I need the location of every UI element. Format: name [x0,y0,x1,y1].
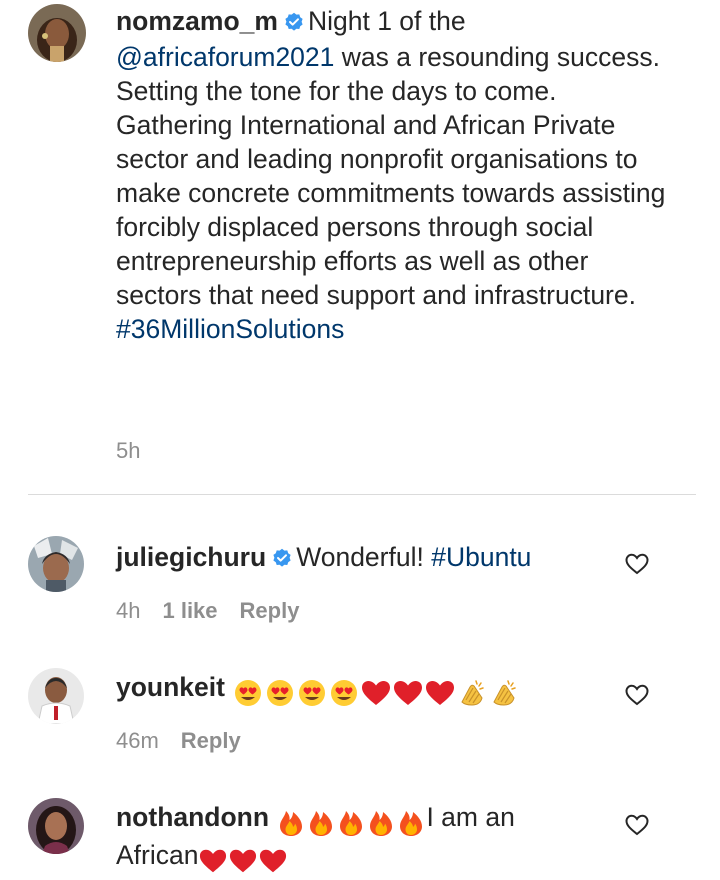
clapping-hands-emoji-icon [461,680,485,706]
comment-timestamp: 4h [116,598,141,623]
comment-username[interactable]: juliegichuru [116,542,266,572]
comment-body-line2: African [116,840,199,870]
divider [28,494,696,495]
comment-avatar[interactable] [28,536,84,592]
heart-eyes-emoji-icon [299,680,326,706]
caption-text-intro: Night 1 of the [307,6,466,36]
comment-username[interactable]: younkeit [116,672,225,702]
red-heart-emoji-icon [394,681,423,705]
comment-text: nothandonn I am an African [116,800,616,876]
comment-likes[interactable]: 1 like [162,598,217,623]
post-caption: nomzamo_m Night 1 of the @africaforum2021… [116,4,676,346]
comment-body: I am an [426,802,515,832]
comment-avatar[interactable] [28,668,84,724]
comment-text: younkeit [116,670,616,708]
fire-emoji-icon [400,811,423,836]
heart-eyes-emoji-icon [331,680,358,706]
fire-emoji-icon [370,811,393,836]
emoji-row [198,842,288,876]
heart-outline-icon[interactable] [625,553,649,580]
emoji-row [232,674,520,708]
mention-link[interactable]: @africaforum2021 [116,42,334,72]
fire-emoji-icon [310,811,333,836]
emoji-row [276,804,426,838]
verified-badge-icon [272,542,292,576]
comment-text: juliegichuru Wonderful! #Ubuntu [116,540,616,576]
verified-badge-icon [284,6,304,40]
red-heart-emoji-icon [260,849,287,873]
red-heart-emoji-icon [362,681,391,705]
post-username[interactable]: nomzamo_m [116,6,278,36]
heart-outline-icon[interactable] [625,814,649,841]
comment-timestamp: 46m [116,728,159,753]
comment-meta: 46m Reply [116,728,263,754]
fire-emoji-icon [280,811,303,836]
hashtag-link[interactable]: #36MillionSolutions [116,314,344,344]
heart-eyes-emoji-icon [235,680,262,706]
heart-outline-icon[interactable] [625,684,649,711]
reply-button[interactable]: Reply [240,598,300,623]
post-timestamp: 5h [116,438,141,463]
reply-button[interactable]: Reply [181,728,241,753]
comment-body: Wonderful! [296,542,424,572]
caption-text-body: was a resounding success. Setting the to… [116,42,666,310]
red-heart-emoji-icon [230,849,257,873]
fire-emoji-icon [340,811,363,836]
comment-username[interactable]: nothandonn [116,802,269,832]
heart-eyes-emoji-icon [267,680,294,706]
clapping-hands-emoji-icon [493,680,517,706]
comment-meta: 4h 1 like Reply [116,598,321,624]
comment-avatar[interactable] [28,798,84,854]
hashtag-link[interactable]: #Ubuntu [431,542,531,572]
red-heart-emoji-icon [426,681,455,705]
post-author-avatar[interactable] [28,4,86,62]
red-heart-emoji-icon [200,849,227,873]
